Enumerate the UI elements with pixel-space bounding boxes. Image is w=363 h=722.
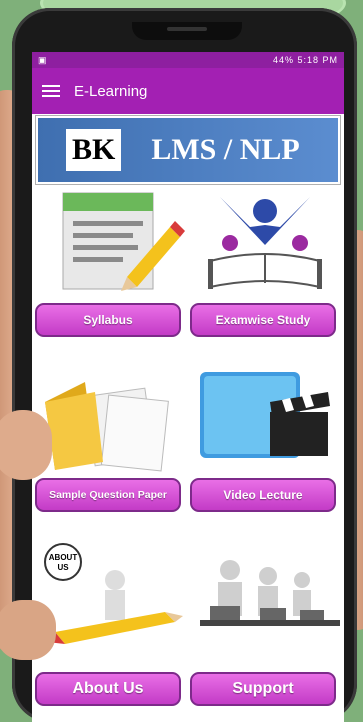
document-pencil-icon: [35, 187, 185, 299]
about-us-sign-icon: ABOUT US: [35, 540, 185, 652]
sample-question-paper-button[interactable]: Sample Question Paper: [35, 478, 181, 512]
svg-text:US: US: [57, 563, 69, 572]
support-button[interactable]: Support: [190, 672, 336, 706]
examwise-study-button[interactable]: Examwise Study: [190, 303, 336, 337]
tile-video-lecture[interactable]: Video Lecture: [190, 362, 340, 512]
tile-syllabus[interactable]: Syllabus: [35, 187, 185, 337]
image-icon: ▣: [38, 54, 47, 65]
menu-icon[interactable]: [42, 82, 60, 100]
app-screen: ▣ 44% 5:18 PM E-Learning BK LMS / NLP Sy…: [32, 52, 344, 722]
app-title: E-Learning: [74, 82, 148, 100]
banner-prefix: BK: [66, 129, 122, 171]
finger: [0, 600, 56, 660]
reading-person-icon: [190, 187, 340, 299]
status-bar: ▣ 44% 5:18 PM: [32, 52, 344, 68]
app-bar: E-Learning: [32, 68, 344, 114]
video-clapper-icon: [190, 362, 340, 474]
tile-examwise-study[interactable]: Examwise Study: [190, 187, 340, 337]
tile-sample-question-paper[interactable]: Sample Question Paper: [35, 362, 185, 512]
video-lecture-button[interactable]: Video Lecture: [190, 478, 336, 512]
about-us-button[interactable]: About Us: [35, 672, 181, 706]
tile-support[interactable]: Support: [190, 540, 340, 706]
svg-text:ABOUT: ABOUT: [49, 553, 78, 562]
syllabus-button[interactable]: Syllabus: [35, 303, 181, 337]
banner: BK LMS / NLP: [36, 116, 340, 184]
banner-title: LMS / NLP: [151, 133, 300, 166]
folder-icon: [35, 362, 185, 474]
tile-about-us[interactable]: ABOUT US About Us: [35, 540, 185, 706]
headset-support-icon: [190, 540, 340, 652]
phone-speaker: [167, 27, 207, 31]
status-right: 44% 5:18 PM: [272, 55, 338, 65]
thumb: [0, 410, 52, 480]
phone-notch: [132, 22, 242, 40]
